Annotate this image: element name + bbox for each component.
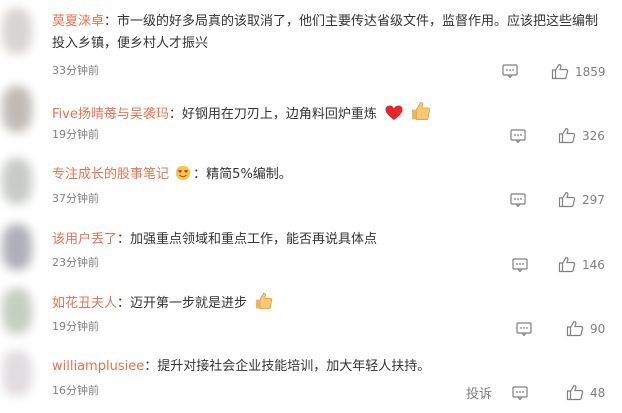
comment-body: 如花丑夫人：迈开第一步就是进步 [52,292,602,315]
comment-username[interactable]: 专注成长的股事笔记 [52,167,169,182]
like-count: 146 [582,257,605,272]
reply-button[interactable] [502,64,518,78]
avatar[interactable] [2,350,32,396]
comment-text: 好钢用在刀刃上，边角料回炉重炼 [181,107,377,122]
like-count: 48 [590,385,606,400]
like-button[interactable]: 1859 [551,63,606,80]
comment-icon [516,322,532,336]
like-button[interactable]: 48 [566,384,605,401]
report-button[interactable]: 投诉 [466,383,492,402]
thumbs-up-icon [558,127,576,144]
reply-button[interactable] [512,386,528,400]
like-count: 326 [582,128,605,143]
comment-timestamp: 37分钟前 [52,192,99,205]
reply-button[interactable] [516,322,532,336]
comment-username[interactable]: Five扬晴苺与吴袭玛 [52,107,169,122]
comment-body: Five扬晴苺与吴袭玛：好钢用在刀刃上，边角料回炉重炼 [52,101,602,126]
comment-body: 专注成长的股事笔记 ：精简5%编制。 [52,165,292,182]
thumbs-up-icon [558,191,576,208]
red-heart-emoji [385,105,403,120]
comment-timestamp: 33分钟前 [52,64,99,77]
like-button[interactable]: 146 [558,256,605,273]
like-count: 297 [582,192,605,207]
comment-username[interactable]: williamplusiee [52,359,144,374]
reply-button[interactable] [510,193,526,207]
comment-body: 该用户丢了：加强重点领域和重点工作，能否再说具体点 [52,232,378,247]
comment-text: 市一级的好多局真的该取消了，他们主要传达省级文件，监督作用。应该把这些编制投入乡… [52,14,599,51]
thumbs-up-icon [566,384,584,401]
comment-timestamp: 19分钟前 [52,320,99,333]
comment-text: 精简5%编制。 [206,167,292,182]
comment-icon [502,64,518,78]
reply-button[interactable] [512,258,528,272]
comment-timestamp: 23分钟前 [52,256,99,269]
comment-body: 莫夏涞卓：市一级的好多局真的该取消了，他们主要传达省级文件，监督作用。应该把这些… [52,14,599,51]
comment-username[interactable]: 如花丑夫人 [52,296,117,311]
comment-text: 加强重点领域和重点工作，能否再说具体点 [130,232,378,247]
like-count: 1859 [575,64,606,79]
reply-button[interactable] [510,129,526,143]
avatar[interactable] [2,224,32,270]
like-button[interactable]: 297 [558,191,605,208]
comment-icon [512,386,528,400]
like-button[interactable]: 90 [566,320,605,337]
avatar[interactable] [2,86,32,132]
comment-text: 迈开第一步就是进步 [130,296,248,311]
comment-icon [510,193,526,207]
like-button[interactable]: 326 [558,127,605,144]
comment-text: 提升对接社会企业技能培训，加大年轻人扶持。 [157,359,431,374]
comment-timestamp: 19分钟前 [52,128,99,141]
thumbs-up-icon [566,320,584,337]
avatar-column [0,0,40,413]
comment-icon [510,129,526,143]
thumbs-up-icon [551,63,569,80]
thumbs-up-emoji [256,292,273,310]
avatar[interactable] [2,158,32,204]
comment-username[interactable]: 莫夏涞卓 [52,14,104,29]
avatar[interactable] [2,288,32,334]
comment-icon [512,258,528,272]
comment-body: williamplusiee：提升对接社会企业技能培训，加大年轻人扶持。 [52,359,431,374]
like-count: 90 [590,321,606,336]
comment-username[interactable]: 该用户丢了 [52,232,117,247]
comment-timestamp: 16分钟前 [52,384,99,397]
thumbs-up-icon [558,256,576,273]
heart-eyes-badge-emoji [175,165,191,181]
thumbs-up-emoji [412,102,431,120]
avatar[interactable] [2,8,32,54]
